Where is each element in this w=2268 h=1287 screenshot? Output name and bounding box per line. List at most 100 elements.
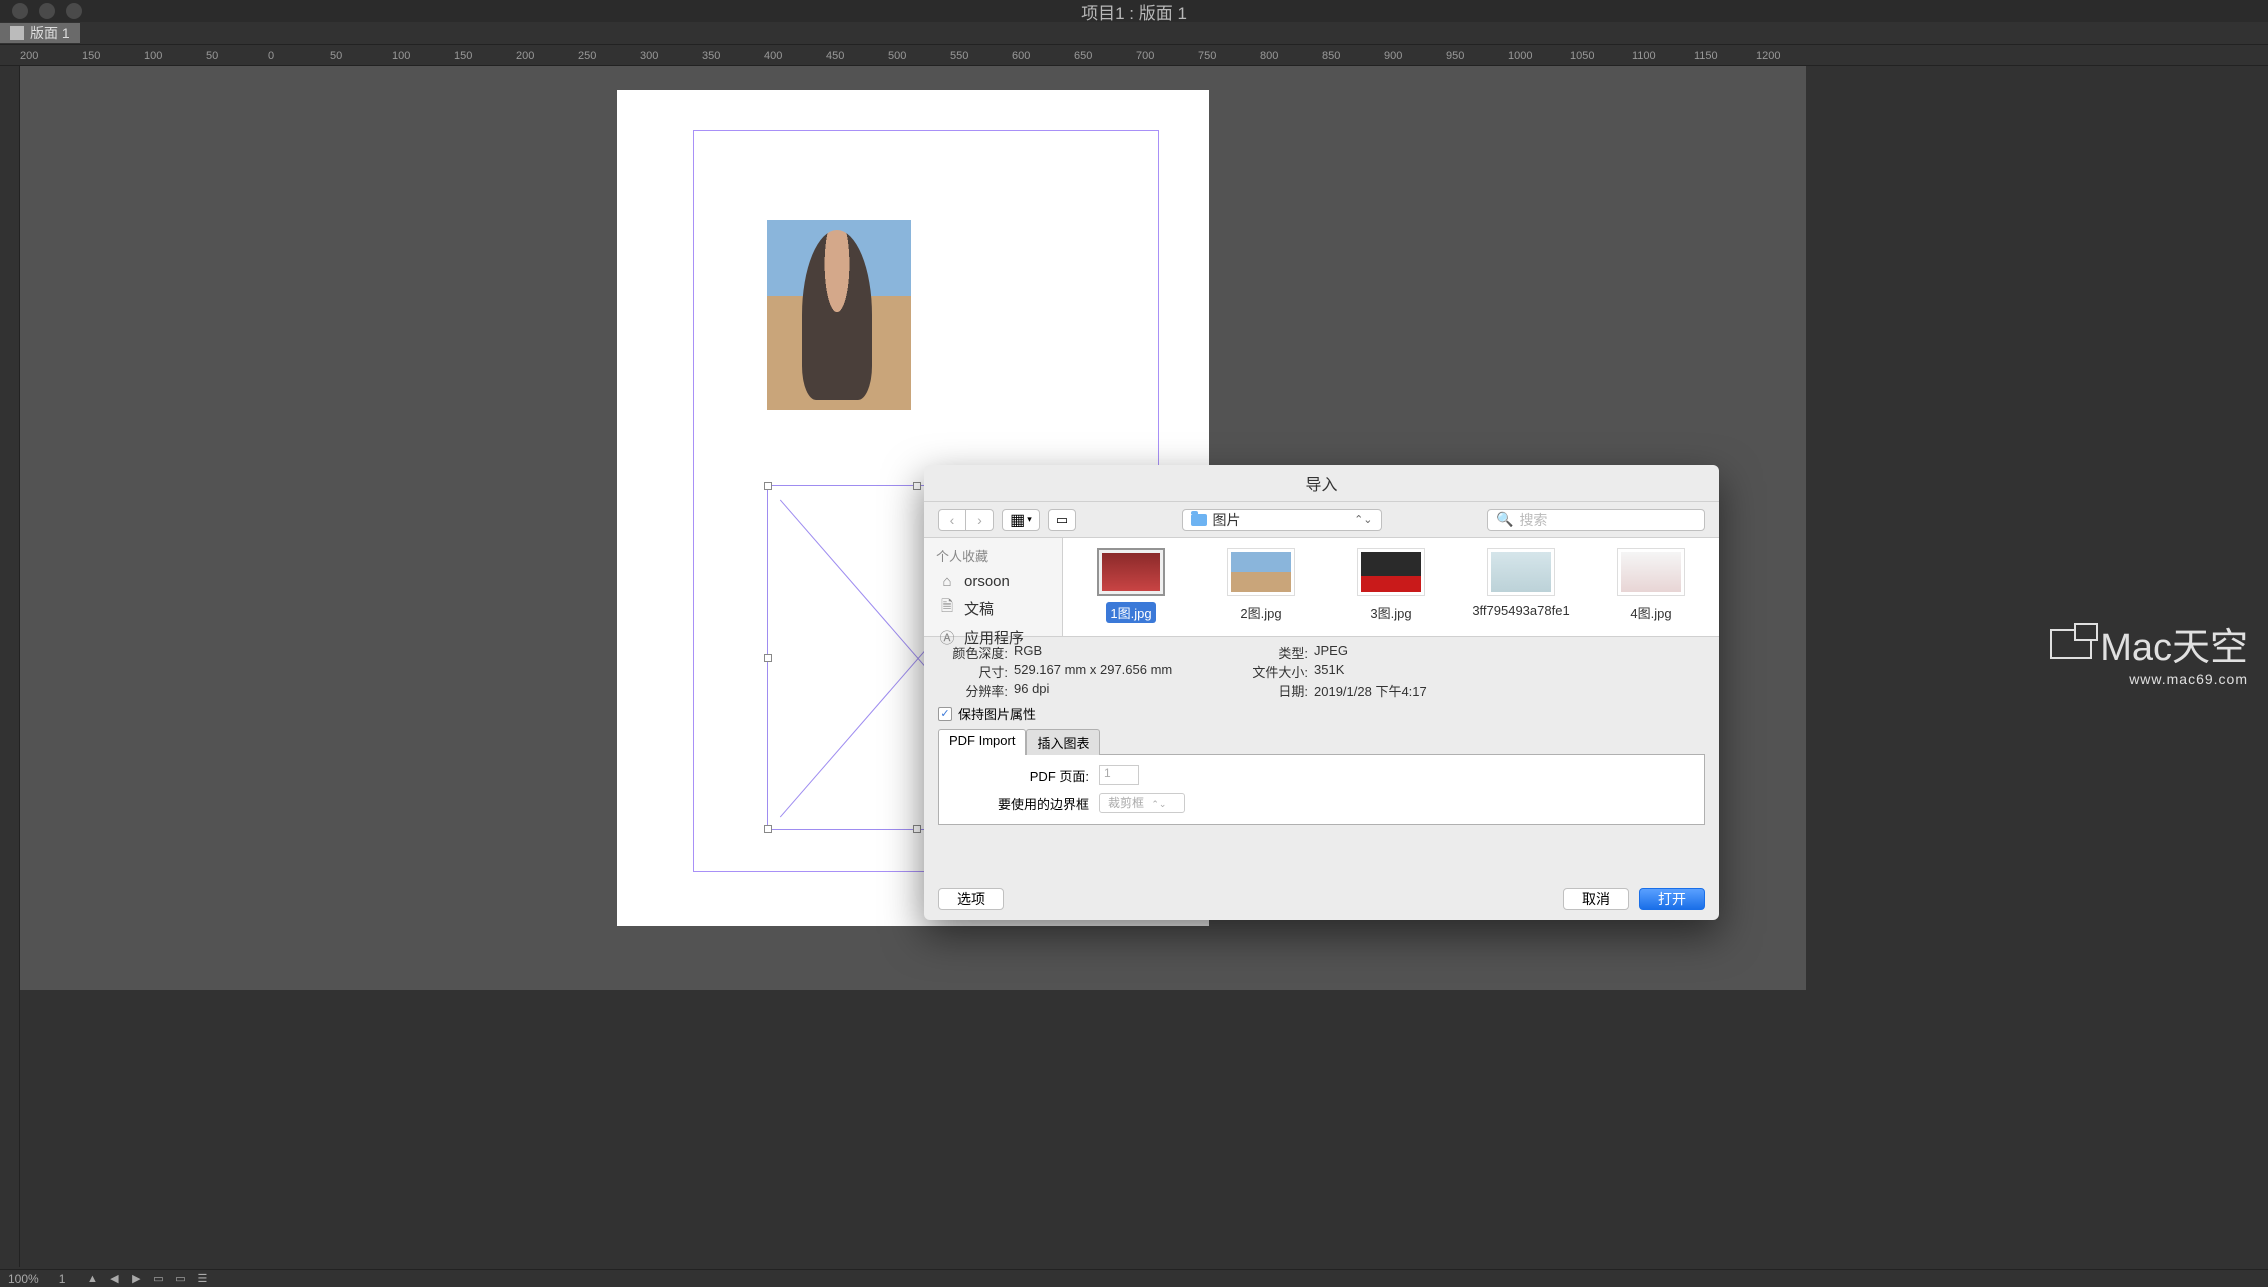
document-icon	[10, 26, 24, 40]
file-thumbnail	[1357, 548, 1425, 596]
dialog-sidebar: 个人收藏 ⌂ orsoon 🗎 文稿 Ⓐ 应用程序	[924, 538, 1063, 636]
ruler-tick: 650	[1074, 50, 1092, 62]
search-placeholder: 搜索	[1519, 510, 1547, 530]
path-label: 图片	[1213, 510, 1349, 530]
file-item[interactable]: 2图.jpg	[1201, 548, 1321, 626]
ruler-tick: 1050	[1570, 50, 1594, 62]
file-thumbnail	[1097, 548, 1165, 596]
document-tab-label: 版面 1	[30, 23, 70, 43]
bounding-box-select[interactable]: 裁剪框 ⌃⌄	[1099, 793, 1185, 813]
file-info-panel: 颜色深度: RGB 类型: JPEG 尺寸: 529.167 mm x 297.656…	[924, 636, 1719, 729]
menu-icon[interactable]: ☰	[195, 1273, 209, 1285]
window-titlebar: 项目1 : 版面 1	[0, 0, 2268, 22]
document-tab[interactable]: 版面 1	[0, 23, 80, 43]
ruler-tick: 450	[826, 50, 844, 62]
resize-handle[interactable]	[764, 654, 772, 662]
nav-back-button[interactable]: ‹	[938, 509, 966, 531]
ruler-tick: 150	[454, 50, 472, 62]
placed-image[interactable]	[767, 220, 911, 410]
ruler-tick: 250	[578, 50, 596, 62]
ruler-tick: 200	[516, 50, 534, 62]
minimize-window-button[interactable]	[39, 3, 55, 19]
info-value: 96 dpi	[1014, 681, 1049, 700]
next-icon[interactable]: ▶	[129, 1273, 143, 1285]
info-label: 分辨率:	[938, 681, 1008, 700]
tab-pdf-import[interactable]: PDF Import	[938, 729, 1026, 755]
resize-handle[interactable]	[913, 825, 921, 833]
tab-panel-pdf: PDF 页面: 1 要使用的边界框 裁剪框 ⌃⌄	[938, 755, 1705, 825]
sidebar-item-documents[interactable]: 🗎 文稿	[924, 594, 1062, 623]
file-item[interactable]: 3图.jpg	[1331, 548, 1451, 626]
file-item[interactable]: 1图.jpg	[1071, 548, 1191, 626]
ruler-tick: 550	[950, 50, 968, 62]
zoom-window-button[interactable]	[66, 3, 82, 19]
ruler-tick: 50	[206, 50, 218, 62]
info-value: 529.167 mm x 297.656 mm	[1014, 662, 1172, 681]
file-browser[interactable]: 1图.jpg 2图.jpg 3图.jpg 3ff795493a78fe14图.jpg	[1063, 538, 1719, 636]
info-value: JPEG	[1314, 643, 1348, 662]
file-name-label: 3图.jpg	[1366, 602, 1415, 623]
grid-icon: ▦	[1010, 510, 1025, 530]
info-value: 351K	[1314, 662, 1344, 681]
ruler-tick: 900	[1384, 50, 1402, 62]
dropdown-arrows-icon: ⌃⌄	[1354, 513, 1372, 526]
warning-icon[interactable]: ▲	[85, 1273, 99, 1285]
sidebar-item-label: orsoon	[964, 573, 1010, 590]
close-window-button[interactable]	[12, 3, 28, 19]
view-icon[interactable]: ▭	[151, 1273, 165, 1285]
search-icon: 🔍	[1496, 511, 1513, 528]
dialog-footer: 选项 取消 打开	[938, 888, 1705, 910]
file-name-label: 1图.jpg	[1106, 602, 1155, 623]
watermark-brand: Mac天空	[2100, 616, 2248, 671]
pdf-page-input[interactable]: 1	[1099, 765, 1139, 785]
info-label: 日期:	[1238, 681, 1308, 700]
sidebar-item-label: 文稿	[964, 598, 994, 619]
ruler-tick: 850	[1322, 50, 1340, 62]
watermark-url: www.mac69.com	[2050, 671, 2248, 687]
zoom-level[interactable]: 100%	[8, 1272, 39, 1286]
preserve-attributes-checkbox[interactable]: ✓	[938, 707, 952, 721]
group-button[interactable]: ▭	[1048, 509, 1076, 531]
resize-handle[interactable]	[764, 482, 772, 490]
info-label: 尺寸:	[938, 662, 1008, 681]
view2-icon[interactable]: ▭	[173, 1273, 187, 1285]
ruler-tick: 1000	[1508, 50, 1532, 62]
info-value: RGB	[1014, 643, 1042, 662]
status-bar: 100% 1 ▲ ◀ ▶ ▭ ▭ ☰	[0, 1269, 2268, 1287]
cancel-button[interactable]: 取消	[1563, 888, 1629, 910]
file-thumbnail	[1227, 548, 1295, 596]
file-item[interactable]: 4图.jpg	[1591, 548, 1711, 626]
ruler-tick: 800	[1260, 50, 1278, 62]
document-tabbar: 版面 1	[0, 22, 2268, 44]
import-dialog: 导入 ‹ › ▦▾ ▭ 图片 ⌃⌄ 🔍 搜索 个人收藏 ⌂ orsoon	[924, 465, 1719, 920]
ruler-horizontal[interactable]: 2001501005005010015020025030035040045050…	[0, 44, 2268, 66]
view-mode-button[interactable]: ▦▾	[1002, 509, 1040, 531]
info-label: 颜色深度:	[938, 643, 1008, 662]
ruler-tick: 300	[640, 50, 658, 62]
ruler-vertical[interactable]	[0, 66, 20, 1267]
path-dropdown[interactable]: 图片 ⌃⌄	[1182, 509, 1382, 531]
tab-insert-chart[interactable]: 插入图表	[1026, 729, 1100, 755]
prev-icon[interactable]: ◀	[107, 1273, 121, 1285]
form-label: PDF 页面:	[979, 766, 1089, 785]
info-label: 类型:	[1238, 643, 1308, 662]
sidebar-item-orsoon[interactable]: ⌂ orsoon	[924, 569, 1062, 594]
ruler-tick: 350	[702, 50, 720, 62]
info-label: 文件大小:	[1238, 662, 1308, 681]
ruler-tick: 600	[1012, 50, 1030, 62]
ruler-tick: 0	[268, 50, 274, 62]
resize-handle[interactable]	[913, 482, 921, 490]
page-number[interactable]: 1	[59, 1272, 66, 1286]
options-button[interactable]: 选项	[938, 888, 1004, 910]
home-icon: ⌂	[938, 574, 956, 590]
search-input[interactable]: 🔍 搜索	[1487, 509, 1705, 531]
nav-forward-button[interactable]: ›	[966, 509, 994, 531]
ruler-tick: 1200	[1756, 50, 1780, 62]
resize-handle[interactable]	[764, 825, 772, 833]
ruler-tick: 500	[888, 50, 906, 62]
ruler-tick: 150	[82, 50, 100, 62]
file-item[interactable]: 3ff795493a78fe1	[1461, 548, 1581, 626]
ruler-tick: 700	[1136, 50, 1154, 62]
folder-icon: ▭	[1056, 512, 1068, 528]
open-button[interactable]: 打开	[1639, 888, 1705, 910]
